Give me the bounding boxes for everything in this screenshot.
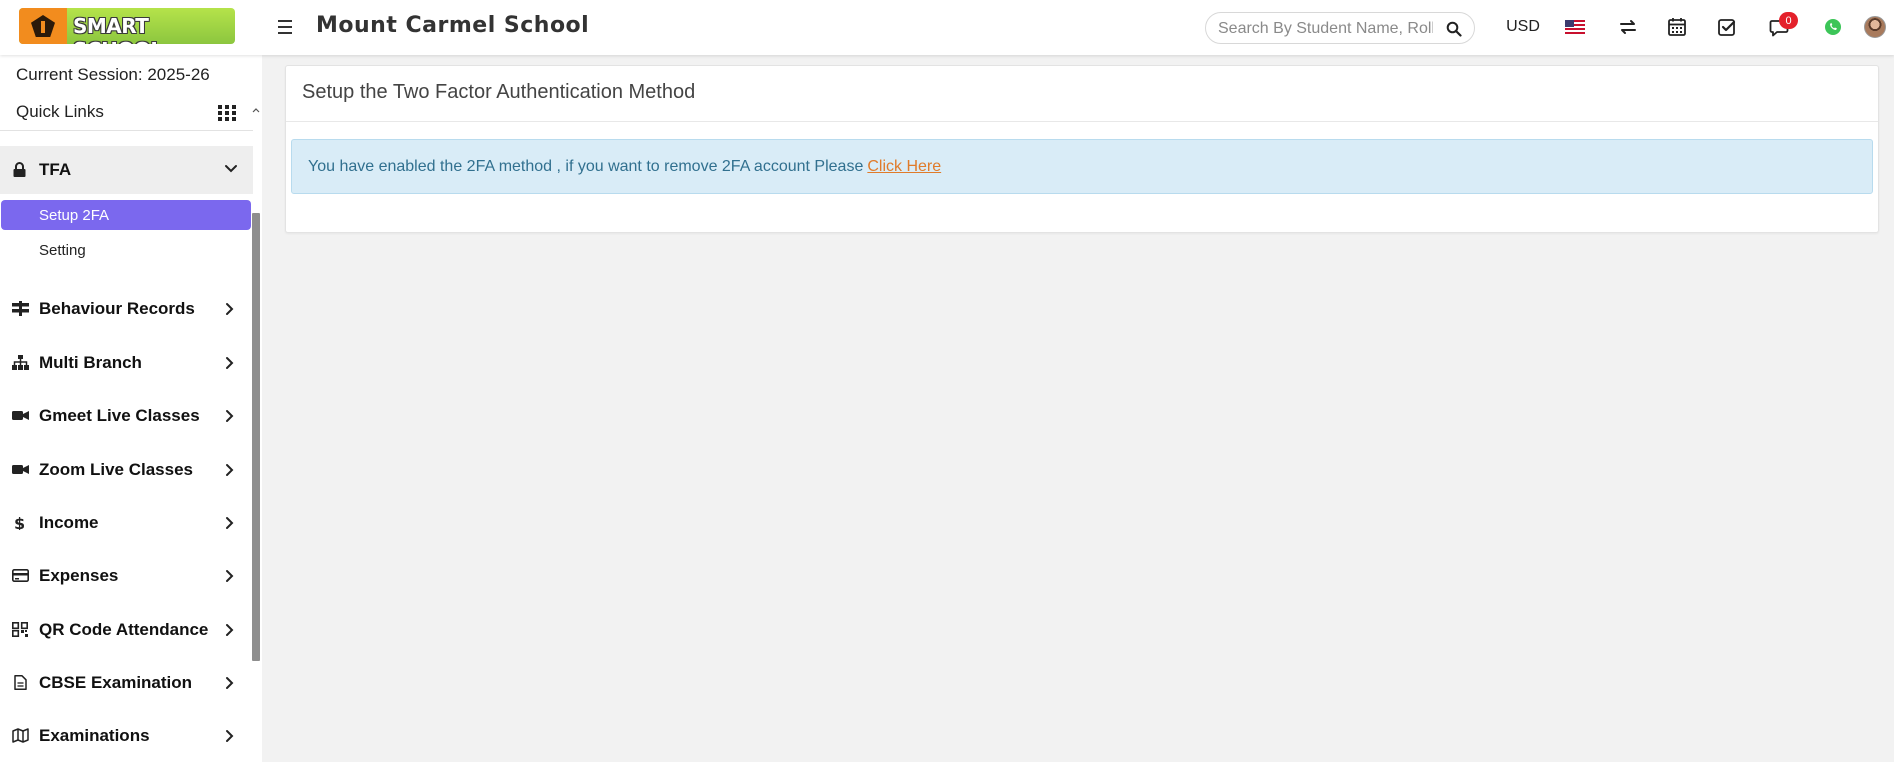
sidebar-group-tfa[interactable]: TFA — [0, 146, 253, 194]
map-icon — [12, 728, 29, 743]
chevron-right-icon — [226, 303, 234, 315]
page-title: Setup the Two Factor Authentication Meth… — [302, 81, 696, 103]
sidebar-item-expenses[interactable]: Expenses — [0, 556, 253, 596]
sidebar-item-label: Examinations — [39, 726, 150, 745]
chevron-right-icon — [226, 410, 234, 422]
sidebar-item-gmeet-live-classes[interactable]: Gmeet Live Classes — [0, 396, 253, 436]
chevron-right-icon — [226, 624, 234, 636]
sidebar-item-label: Zoom Live Classes — [39, 460, 194, 479]
sidebar-item-label: Income — [39, 513, 99, 532]
info-alert: You have enabled the 2FA method , if you… — [291, 139, 1873, 194]
dollar-icon: $ — [14, 515, 25, 530]
sidebar-item-label: Gmeet Live Classes — [39, 406, 200, 425]
sidebar-item-label: Expenses — [39, 566, 119, 585]
logo-mark-icon — [19, 8, 67, 44]
task-check-icon[interactable] — [1716, 14, 1738, 40]
chevron-right-icon — [226, 517, 234, 529]
sidebar-scrollbar[interactable] — [252, 213, 260, 661]
sidebar-item-qr-code-attendance[interactable]: QR Code Attendance — [0, 610, 253, 650]
sidebar-group-label: TFA — [39, 160, 72, 179]
sidebar: Current Session: 2025-26 Quick Links TFA… — [0, 55, 262, 762]
sidebar-item-label: QR Code Attendance — [39, 620, 209, 639]
school-name: Mount Carmel School — [316, 13, 590, 38]
document-icon — [14, 675, 27, 690]
signpost-icon — [12, 301, 29, 316]
user-avatar[interactable] — [1864, 16, 1886, 38]
search-icon[interactable] — [1446, 21, 1462, 37]
remove-2fa-link[interactable]: Click Here — [867, 158, 941, 176]
sidebar-item-multi-branch[interactable]: Multi Branch — [0, 343, 253, 383]
search-input[interactable] — [1218, 19, 1433, 39]
chevron-right-icon — [226, 677, 234, 689]
switch-icon[interactable] — [1617, 14, 1639, 40]
chevron-right-icon — [226, 464, 234, 476]
tfa-setup-panel: Setup the Two Factor Authentication Meth… — [285, 65, 1879, 233]
sidebar-item-income[interactable]: $ Income — [0, 503, 253, 543]
svg-text:$: $ — [14, 515, 25, 530]
video-icon — [12, 411, 29, 420]
panel-divider — [286, 121, 1878, 122]
whatsapp-icon[interactable] — [1822, 14, 1844, 40]
chevron-right-icon — [226, 570, 234, 582]
scroll-up-icon[interactable] — [252, 107, 260, 113]
sidebar-item-zoom-live-classes[interactable]: Zoom Live Classes — [0, 450, 253, 490]
sidebar-subitem-setup-2fa[interactable]: Setup 2FA — [1, 200, 251, 230]
sitemap-icon — [12, 355, 29, 370]
logo-text: SMART SCHOOL — [73, 14, 163, 44]
sidebar-item-label: CBSE Examination — [39, 673, 193, 692]
calendar-icon[interactable] — [1666, 14, 1688, 40]
us-flag-icon[interactable] — [1565, 20, 1585, 34]
menu-icon[interactable] — [275, 16, 295, 38]
sidebar-item-label: Multi Branch — [39, 353, 142, 372]
sidebar-item-behaviour-records[interactable]: Behaviour Records — [0, 289, 253, 329]
quick-links[interactable]: Quick Links — [16, 102, 104, 122]
search-box — [1205, 12, 1475, 44]
chat-badge: 0 — [1779, 12, 1798, 29]
current-session[interactable]: Current Session: 2025-26 — [16, 65, 210, 85]
sidebar-item-cbse-examination[interactable]: CBSE Examination — [0, 663, 253, 703]
credit-card-icon — [12, 568, 29, 582]
alert-text: You have enabled the 2FA method , if you… — [308, 157, 864, 175]
sidebar-divider — [0, 130, 253, 131]
app-logo[interactable]: SMART SCHOOL — [19, 8, 235, 44]
lock-icon — [13, 162, 26, 177]
currency-selector[interactable]: USD — [1506, 14, 1540, 40]
sidebar-item-examinations[interactable]: Examinations — [0, 716, 253, 756]
chevron-down-icon — [225, 165, 237, 173]
video-icon — [12, 465, 29, 474]
top-header: SMART SCHOOL Mount Carmel School USD — [0, 0, 1894, 55]
qrcode-icon — [12, 622, 28, 637]
chevron-right-icon — [226, 730, 234, 742]
sidebar-subitem-setting[interactable]: Setting — [1, 235, 251, 265]
chevron-right-icon — [226, 357, 234, 369]
apps-grid-icon[interactable] — [218, 105, 236, 121]
sidebar-item-label: Behaviour Records — [39, 299, 195, 318]
